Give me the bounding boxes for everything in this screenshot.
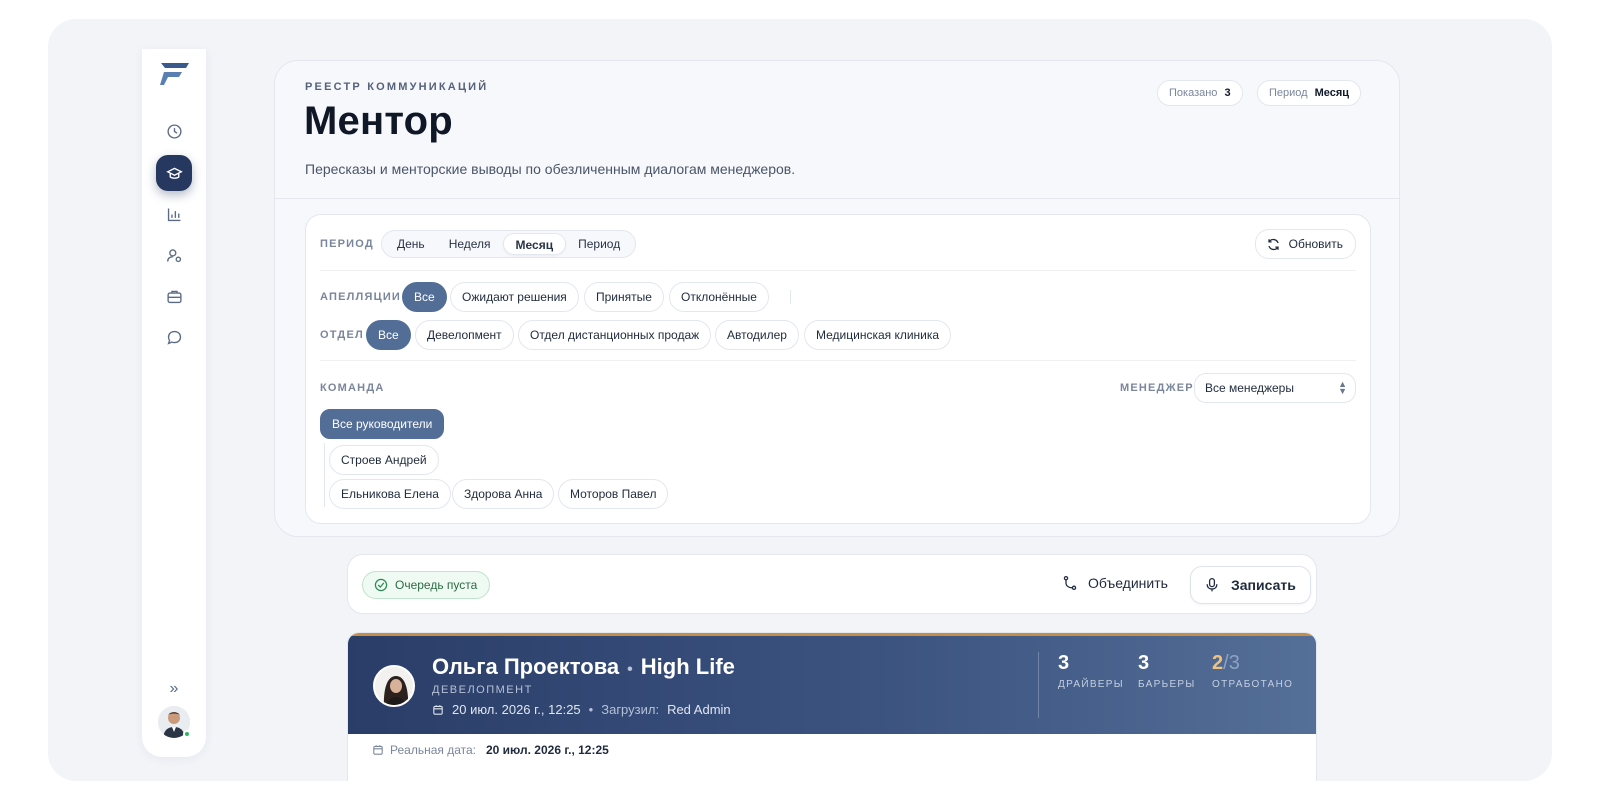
appeals-option-rejected[interactable]: Отклонённые [669,282,769,312]
appeals-option-pending[interactable]: Ожидают решения [450,282,579,312]
uploaded-label: Загрузил: [601,702,660,717]
check-circle-icon [374,578,388,592]
microphone-icon [1206,577,1218,592]
manager-filter-label: МЕНЕДЖЕР [1120,382,1194,394]
period-badge: Период Месяц [1257,80,1362,106]
team-member-zdorova[interactable]: Здорова Анна [452,479,555,509]
record-button[interactable]: Записать [1190,566,1311,604]
manager-select[interactable]: Все менеджеры ▲ ▼ [1194,373,1356,403]
meta-separator: • [588,702,594,717]
period-option-day[interactable]: День [385,233,437,255]
team-option-all-leads[interactable]: Все руководители [320,409,445,439]
worked-stat: 2/3 ОТРАБОТАНО [1212,652,1294,690]
period-option-month[interactable]: Месяц [502,233,567,255]
manager-avatar [373,665,415,707]
drivers-stat: 3 ДРАЙВЕРЫ [1058,652,1124,690]
header-divider [275,198,1399,199]
team-lead-stroev[interactable]: Строев Андрей [329,445,439,475]
uploaded-by: Red Admin [667,702,731,717]
sidebar: » [142,49,206,757]
briefcase-icon[interactable] [156,278,192,314]
appeals-filter-label: АПЕЛЛЯЦИИ [320,291,402,303]
expand-sidebar-icon[interactable]: » [156,677,192,701]
department-filter-label: ОТДЕЛ [320,329,364,341]
eyebrow-label: РЕЕСТР КОММУНИКАЦИЙ [305,81,489,93]
dialog-title: Ольга Проектова • High Life [432,654,735,679]
user-avatar[interactable] [158,706,191,738]
page-title: Ментор [304,99,453,143]
period-option-week[interactable]: Неделя [437,233,503,255]
period-segmented-control: День Неделя Месяц Период [381,230,637,258]
department-option-all[interactable]: Все [366,320,411,350]
queue-bar: Очередь пуста Объединить Записать [347,554,1317,614]
appeals-option-all[interactable]: Все [402,282,447,312]
dialog-meta: 20 июл. 2026 г., 12:25 • Загрузил: Red A… [432,702,731,717]
merge-button[interactable]: Объединить [1062,575,1168,591]
appeals-separator [790,290,791,304]
real-date-row: Реальная дата: 20 июл. 2026 г., 12:25 [372,743,609,757]
user-settings-icon[interactable] [156,237,192,273]
team-member-motorov[interactable]: Моторов Павел [558,479,669,509]
filters-divider [320,270,1356,271]
header-card: РЕЕСТР КОММУНИКАЦИЙ Ментор Пересказы и м… [274,60,1400,537]
stats-divider [1038,652,1039,718]
analytics-chart-icon[interactable] [156,196,192,232]
team-member-elnikova[interactable]: Ельникова Елена [329,479,451,509]
dialog-header: Ольга Проектова • High Life ДЕВЕЛОПМЕНТ 20… [348,633,1316,734]
page-subtitle: Пересказы и менторские выводы по обезлич… [305,161,796,177]
filters-panel: ПЕРИОД День Неделя Месяц Период Обновить… [305,214,1371,524]
online-status-dot [183,730,191,738]
team-tree-line [324,443,325,507]
department-option-auto-dealer[interactable]: Автодилер [715,320,799,350]
appeals-option-accepted[interactable]: Принятые [584,282,664,312]
merge-path-icon [1063,575,1077,591]
barriers-stat: 3 БАРЬЕРЫ [1138,652,1196,690]
chat-bubble-icon[interactable] [156,319,192,355]
app-logo-icon[interactable] [158,61,190,87]
queue-status-badge: Очередь пуста [362,571,491,599]
shown-count-badge: Показано 3 [1157,80,1243,106]
filters-divider-2 [320,360,1356,361]
mentor-graduation-cap-icon[interactable] [156,155,192,191]
history-icon[interactable] [156,113,192,149]
department-option-remote-sales[interactable]: Отдел дистанционных продаж [518,320,712,350]
app-shell: » РЕЕСТР КОММУНИКАЦИЙ Ментор Пересказы и… [48,19,1552,781]
dialog-datetime: 20 июл. 2026 г., 12:25 [452,702,581,717]
select-chevron-icon: ▲ ▼ [1338,379,1347,396]
manager-department: ДЕВЕЛОПМЕНТ [432,684,533,696]
dialog-card[interactable]: Ольга Проектова • High Life ДЕВЕЛОПМЕНТ 20… [347,632,1317,781]
refresh-icon [1268,238,1279,250]
period-option-custom[interactable]: Период [566,233,632,255]
department-option-development[interactable]: Девелопмент [415,320,514,350]
department-option-medical-clinic[interactable]: Медицинская клиника [804,320,952,350]
period-filter-label: ПЕРИОД [320,238,374,250]
refresh-button[interactable]: Обновить [1254,229,1356,259]
calendar-icon [433,704,443,715]
company-name: High Life [640,654,735,679]
calendar-icon [373,745,383,755]
team-filter-label: КОМАНДА [320,382,385,394]
manager-name: Ольга Проектова [432,654,620,679]
